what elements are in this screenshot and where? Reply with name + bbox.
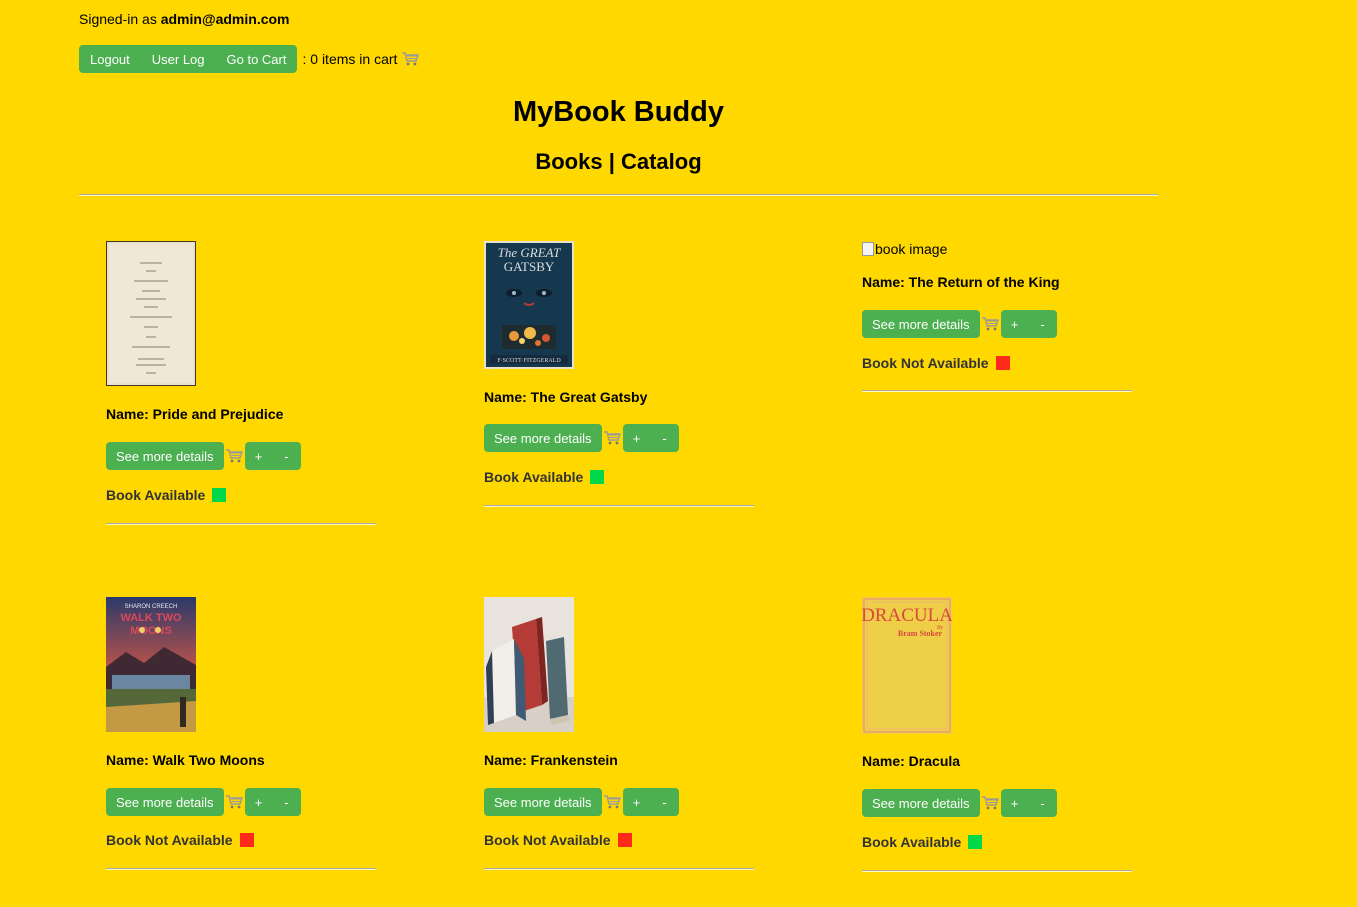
cart-icon [225,795,243,809]
svg-text:DRACULA: DRACULA [862,605,952,626]
not-available-indicator-icon [239,833,254,847]
available-indicator-icon [212,488,227,502]
add-to-cart-button[interactable]: + [1000,789,1029,817]
card-divider [484,505,754,507]
cart-count-text: : 0 items in cart [302,51,398,67]
broken-book-image[interactable]: book image [862,241,947,257]
add-to-cart-button[interactable]: + [622,424,651,452]
book-name: Name: Frankenstein [484,752,618,768]
book-name: Name: The Return of the King [862,274,1060,290]
card-divider [862,870,1132,872]
cart-icon [225,449,243,463]
svg-text:WALK TWO: WALK TWO [120,612,182,624]
availability-label: Book Available [106,487,206,503]
pride-cover-icon[interactable] [106,241,196,386]
remove-from-cart-button[interactable]: - [650,424,679,452]
book-actions: See more details + - [484,788,679,816]
svg-text:MOONS: MOONS [130,625,172,637]
book-actions: See more details + - [484,424,679,452]
availability-label: Book Available [862,834,962,850]
svg-text:F·SCOTT·FITZGERALD: F·SCOTT·FITZGERALD [497,358,561,364]
book-name: Name: Dracula [862,753,961,769]
svg-text:The GREAT: The GREAT [498,245,561,260]
page: Signed-in as admin@admin.com Logout User… [0,0,1357,907]
go-to-cart-button[interactable]: Go to Cart [215,45,298,73]
add-to-cart-button[interactable]: + [1000,310,1029,338]
availability-label: Book Not Available [484,832,611,848]
availability-status: Book Not Available [484,832,632,848]
svg-text:GATSBY: GATSBY [504,259,555,274]
remove-from-cart-button[interactable]: - [1028,789,1057,817]
card-divider [862,390,1132,392]
book-actions: See more details + - [862,789,1057,817]
image-alt-text: book image [875,241,948,257]
top-toolbar: Logout User Log Go to Cart : 0 items in … [79,45,420,73]
book-actions: See more details + - [862,310,1057,338]
user-email: admin@admin.com [160,11,290,27]
availability-status: Book Available [484,469,605,485]
book-card: Name: Frankenstein See more details + - … [484,597,754,871]
availability-label: Book Not Available [862,355,989,371]
svg-text:Bram Stoker: Bram Stoker [898,629,943,638]
logout-button[interactable]: Logout [79,45,141,73]
frankenstein-cover-icon[interactable] [484,597,574,732]
signed-in-text: Signed-in as admin@admin.com [79,11,290,27]
availability-label: Book Available [484,469,584,485]
book-name: Name: The Great Gatsby [484,389,648,405]
card-divider [106,868,376,870]
add-to-cart-button[interactable]: + [244,442,273,470]
remove-from-cart-button[interactable]: - [272,788,301,816]
user-log-button[interactable]: User Log [140,45,216,73]
book-name: Name: Walk Two Moons [106,752,265,768]
book-actions: See more details + - [106,788,301,816]
see-more-details-button[interactable]: See more details [862,310,980,338]
broken-image-icon [862,242,874,256]
add-to-cart-button[interactable]: + [244,788,273,816]
not-available-indicator-icon [617,833,632,847]
nav-button-group: Logout User Log Go to Cart [79,45,298,73]
see-more-details-button[interactable]: See more details [106,788,224,816]
book-card: Name: Pride and Prejudice See more detai… [106,241,376,526]
signed-in-prefix: Signed-in as [79,11,161,27]
availability-status: Book Available [862,834,983,850]
header-divider [79,194,1158,196]
remove-from-cart-button[interactable]: - [650,788,679,816]
availability-status: Book Not Available [106,832,254,848]
see-more-details-button[interactable]: See more details [106,442,224,470]
book-card: DRACULA By Bram Stoker Name: Dracula See… [862,597,1132,873]
card-divider [106,523,376,525]
see-more-details-button[interactable]: See more details [484,424,602,452]
book-card: SHARON CREECH WALK TWO MOONS Name: Walk … [106,597,376,871]
dracula-cover-icon[interactable]: DRACULA By Bram Stoker [862,597,952,734]
availability-status: Book Not Available [862,355,1010,371]
availability-label: Book Not Available [106,832,233,848]
availability-status: Book Available [106,487,227,503]
see-more-details-button[interactable]: See more details [484,788,602,816]
cart-icon [603,431,621,445]
cart-icon [402,52,420,66]
moons-cover-icon[interactable]: SHARON CREECH WALK TWO MOONS [106,597,196,732]
remove-from-cart-button[interactable]: - [272,442,301,470]
add-to-cart-button[interactable]: + [622,788,651,816]
card-divider [484,868,754,870]
cart-icon [603,795,621,809]
remove-from-cart-button[interactable]: - [1028,310,1057,338]
svg-text:SHARON CREECH: SHARON CREECH [125,604,178,610]
not-available-indicator-icon [995,356,1010,370]
cart-icon [981,796,999,810]
available-indicator-icon [590,470,605,484]
available-indicator-icon [968,835,983,849]
cart-icon [981,317,999,331]
book-actions: See more details + - [106,442,301,470]
gatsby-cover-icon[interactable]: The GREAT GATSBY F·SCOTT·FITZGERALD [484,241,574,369]
see-more-details-button[interactable]: See more details [862,789,980,817]
book-name: Name: Pride and Prejudice [106,406,284,422]
page-subtitle: Books | Catalog [535,149,702,174]
site-title: MyBook Buddy [512,96,725,128]
book-card: book image Name: The Return of the King … [862,241,1132,393]
book-card: The GREAT GATSBY F·SCOTT·FITZGERALD Name… [484,241,754,509]
